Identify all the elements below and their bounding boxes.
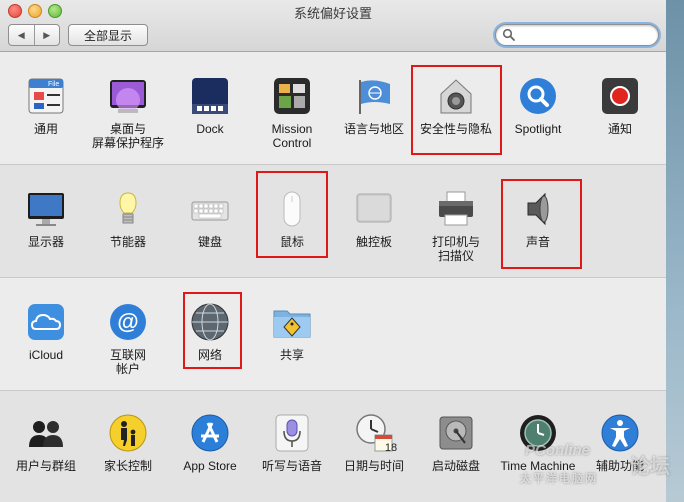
keyboard-icon	[191, 201, 229, 221]
search-field[interactable]	[495, 24, 659, 46]
pane-label: 听写与语音	[261, 459, 322, 473]
pane-label: 通用	[33, 122, 58, 136]
pane-mission-control[interactable]: Mission Control	[251, 76, 333, 150]
pane-label: App Store	[183, 459, 237, 473]
pane-spotlight[interactable]: Spotlight	[497, 76, 579, 136]
sharing-icon	[273, 310, 311, 338]
watermark-brand: PConline	[525, 442, 591, 459]
dictation-speech-icon	[275, 414, 309, 452]
pane-notifications[interactable]: 通知	[579, 76, 661, 136]
pane-parental-controls[interactable]: 家长控制	[87, 413, 169, 473]
pane-label: iCloud	[28, 348, 64, 362]
printer-icon	[439, 191, 473, 226]
back-forward-group: ◀ ▶	[8, 24, 60, 46]
pane-label: 共享	[279, 348, 304, 362]
trackpad-icon	[356, 193, 392, 223]
users-groups-icon	[29, 421, 63, 447]
pane-label: 打印机与 扫描仪	[431, 235, 480, 263]
svg-text:18: 18	[385, 442, 397, 453]
pane-label: Mission Control	[271, 122, 313, 150]
pane-label: 键盘	[197, 235, 222, 249]
calendar-day-icon: 18	[385, 442, 397, 453]
startup-disk-icon	[439, 416, 473, 450]
highlight-sound	[501, 179, 582, 269]
pane-label: 触控板	[355, 235, 392, 249]
highlight-security-privacy	[411, 65, 502, 155]
window-title: 系统偏好设置	[293, 6, 372, 21]
app-store-icon	[191, 414, 229, 452]
pane-keyboard[interactable]: 键盘	[169, 189, 251, 249]
spotlight-icon	[520, 78, 556, 114]
pane-users-groups[interactable]: 用户与群组	[5, 413, 87, 473]
pane-app-store[interactable]: App Store	[169, 413, 251, 473]
pane-label: 显示器	[27, 235, 64, 249]
pane-label: Spotlight	[514, 122, 562, 136]
pane-printers-scanners[interactable]: 打印机与 扫描仪	[415, 189, 497, 263]
pane-trackpad[interactable]: 触控板	[333, 189, 415, 249]
pane-desktop[interactable]: 桌面与 屏幕保护程序	[87, 76, 169, 150]
watermark: PConline 论坛 太平洋电脑网	[520, 440, 684, 496]
pane-label: 互联网 帐户	[109, 348, 146, 376]
internet-accounts-icon: @	[110, 304, 146, 340]
pane-energy-saver[interactable]: 节能器	[87, 189, 169, 249]
parental-controls-icon	[109, 414, 147, 452]
toolbar: 系统偏好设置 ◀ ▶ 全部显示	[0, 0, 666, 52]
pane-date-time[interactable]: 18 日期与时间	[333, 413, 415, 473]
pane-general[interactable]: File 通用	[5, 76, 87, 136]
highlight-network	[183, 292, 242, 369]
pane-displays[interactable]: 显示器	[5, 189, 87, 249]
search-icon	[502, 28, 515, 41]
pane-label: 桌面与 屏幕保护程序	[91, 122, 164, 150]
watermark-side: 论坛	[630, 456, 670, 478]
pane-internet-accounts[interactable]: @ 互联网 帐户	[87, 302, 169, 376]
pane-dock[interactable]: Dock	[169, 76, 251, 136]
pane-label: 家长控制	[103, 459, 152, 473]
pane-icloud[interactable]: iCloud	[5, 302, 87, 362]
language-region-icon	[359, 80, 390, 114]
displays-icon	[28, 193, 64, 226]
pane-label: Dock	[196, 122, 224, 136]
svg-text:File: File	[48, 81, 59, 88]
highlight-mouse	[256, 171, 328, 258]
pane-sharing[interactable]: 共享	[251, 302, 333, 362]
pane-language-region[interactable]: 语言与地区	[333, 76, 415, 136]
watermark-sub: 太平洋电脑网	[520, 473, 598, 485]
search-input[interactable]	[519, 28, 653, 42]
desktop-screensaver-icon	[110, 80, 146, 113]
pane-startup-disk[interactable]: 启动磁盘	[415, 413, 497, 473]
pane-label: 语言与地区	[343, 122, 404, 136]
forward-button[interactable]: ▶	[33, 25, 60, 45]
pane-label: 启动磁盘	[431, 459, 480, 473]
pane-label: 节能器	[109, 235, 146, 249]
pane-label: 通知	[607, 122, 632, 136]
pane-label: 用户与群组	[15, 459, 76, 473]
general-icon: File	[28, 78, 64, 114]
back-button[interactable]: ◀	[9, 25, 34, 45]
system-preferences-window: 系统偏好设置 ◀ ▶ 全部显示 File 通用 桌面与 屏幕保护程序 Dock …	[0, 0, 666, 502]
desktop-background-strip	[666, 0, 684, 502]
show-all-button[interactable]: 全部显示	[68, 24, 148, 46]
pane-dictation-speech[interactable]: 听写与语音	[251, 413, 333, 473]
energy-saver-icon	[119, 192, 137, 224]
icloud-icon	[28, 304, 64, 340]
svg-text:@: @	[117, 309, 138, 334]
dock-icon	[192, 78, 228, 114]
mission-control-icon	[274, 78, 310, 114]
notifications-icon	[602, 78, 638, 114]
pane-label: 日期与时间	[343, 459, 404, 473]
